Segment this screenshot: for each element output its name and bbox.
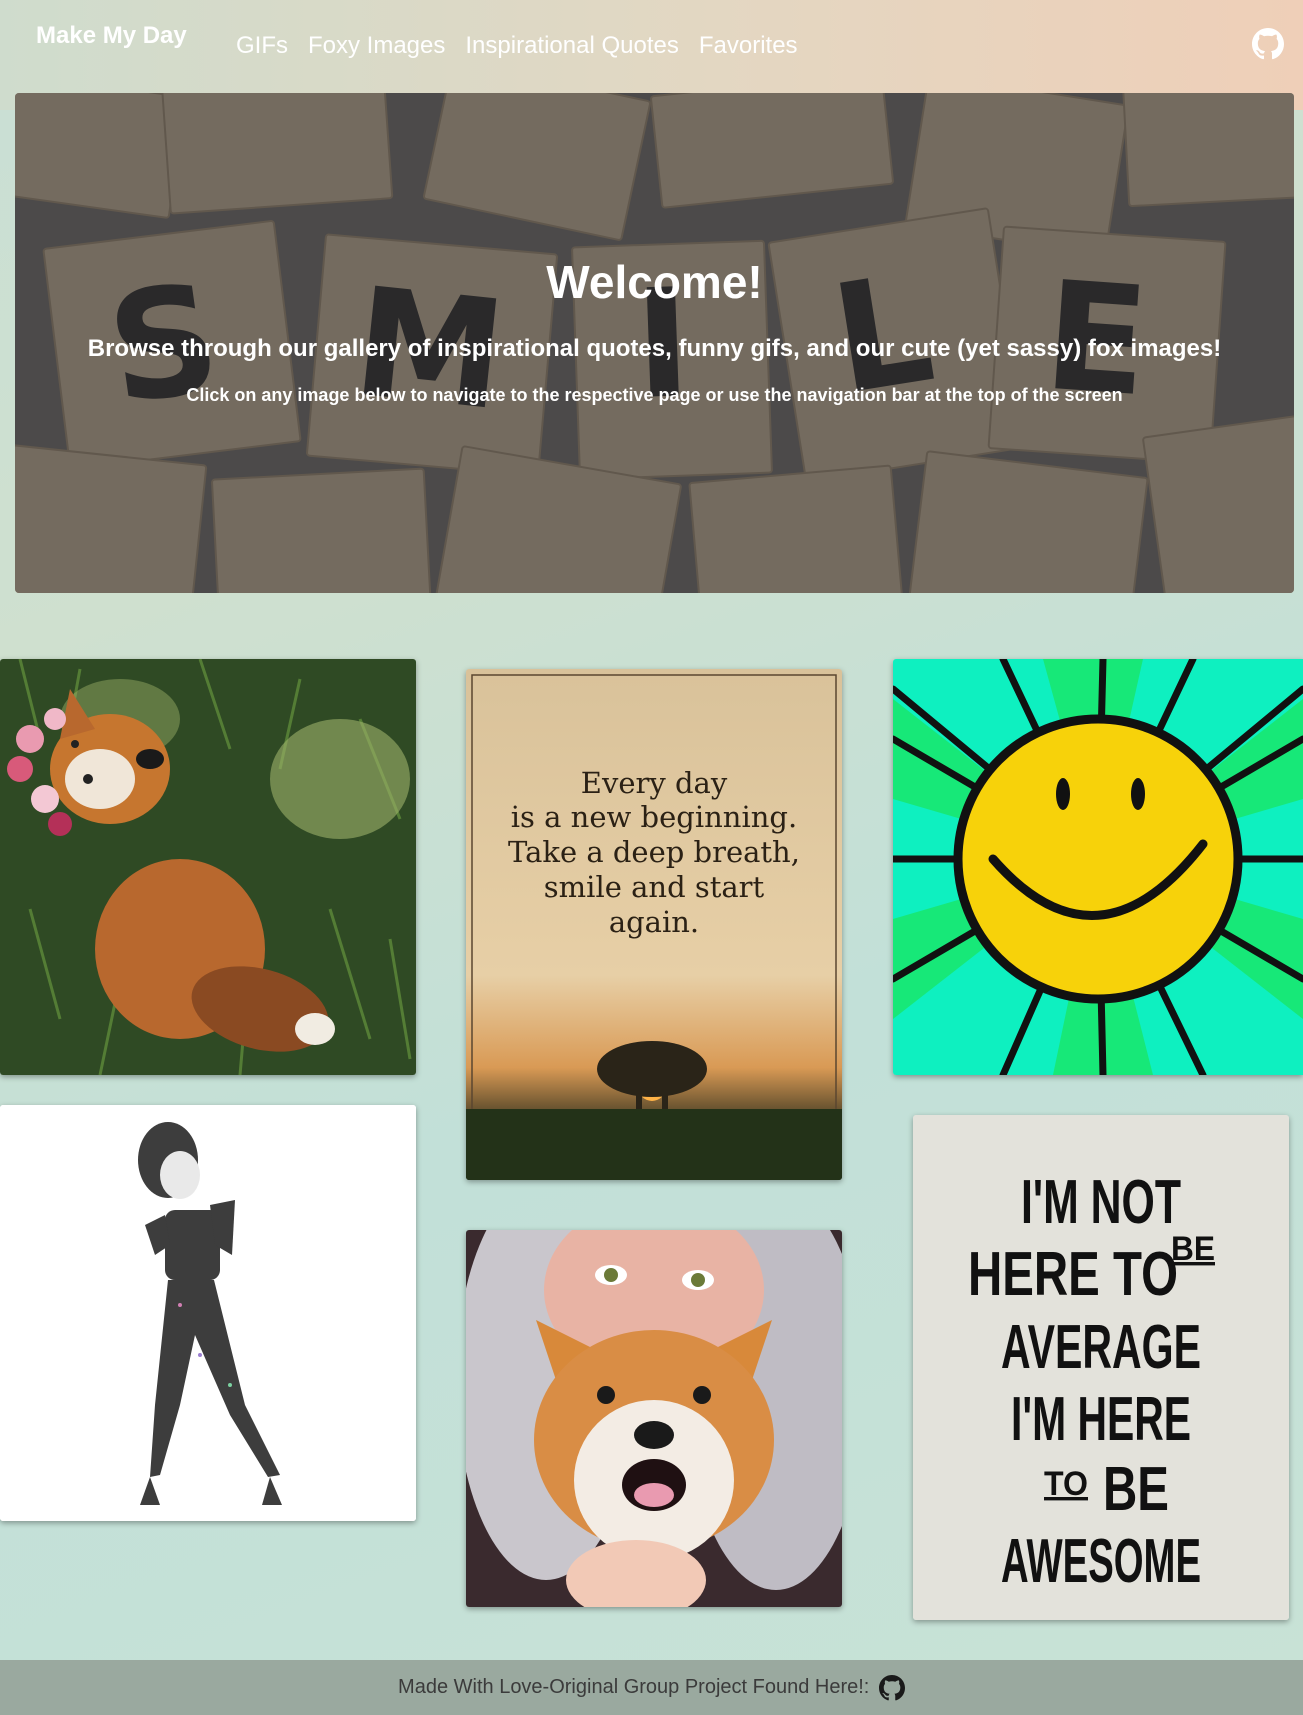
brand-link[interactable]: Make My Day	[36, 22, 187, 50]
quote-line: Take a deep breath,	[508, 835, 800, 869]
fox-selfie-image-card[interactable]	[466, 1230, 842, 1607]
github-icon[interactable]	[1252, 28, 1284, 60]
footer-text: Made With Love-Original Group Project Fo…	[398, 1676, 870, 1698]
nav-links: GIFs Foxy Images Inspirational Quotes Fa…	[236, 32, 798, 60]
poster-line: BE	[1171, 1230, 1215, 1268]
poster-line: AVERAGE	[1001, 1313, 1201, 1382]
quote-line: Every day	[581, 766, 728, 800]
inspirational-quote-image-card[interactable]: Every day is a new beginning. Take a dee…	[466, 669, 842, 1180]
nav-link-inspirational-quotes[interactable]: Inspirational Quotes	[465, 32, 678, 60]
poster-line: HERE TO	[968, 1240, 1178, 1309]
fox-selfie-image	[466, 1230, 842, 1607]
poster-line: AWESOME	[1001, 1527, 1201, 1596]
smiley-gif-image	[893, 659, 1303, 1075]
github-icon[interactable]	[878, 1674, 905, 1701]
footer: Made With Love-Original Group Project Fo…	[0, 1660, 1303, 1715]
hero-banner: S M I L E Welcome! Browse through our ga…	[15, 93, 1294, 593]
fox-flower-crown-image	[0, 659, 416, 1075]
quote-line: is a new beginning.	[511, 800, 797, 834]
poster-line: I'M HERE	[1011, 1385, 1191, 1454]
quote-line: again.	[609, 905, 699, 939]
smiley-gif-card[interactable]	[893, 659, 1303, 1075]
navbar: Make My Day GIFs Foxy Images Inspiration…	[0, 0, 1303, 92]
awesome-quote-image: I'M NOT HERE TO BE AVERAGE I'M HERE TO B…	[913, 1115, 1289, 1620]
fox-flower-crown-image-card[interactable]	[0, 659, 416, 1075]
hero-subtitle: Browse through our gallery of inspiratio…	[87, 335, 1222, 362]
hero-instruction: Click on any image below to navigate to …	[186, 385, 1123, 405]
quote-line: smile and start	[544, 870, 765, 904]
poster-line: I'M NOT	[1021, 1168, 1181, 1237]
inspirational-quote-image: Every day is a new beginning. Take a dee…	[466, 669, 842, 1180]
nav-link-favorites[interactable]: Favorites	[699, 32, 798, 60]
poster-line: TO	[1044, 1465, 1088, 1503]
awesome-quote-image-card[interactable]: I'M NOT HERE TO BE AVERAGE I'M HERE TO B…	[913, 1115, 1289, 1620]
poster-line: BE	[1103, 1455, 1169, 1524]
hero-title: Welcome!	[546, 256, 763, 308]
dancer-gif-card[interactable]	[0, 1105, 416, 1521]
nav-link-gifs[interactable]: GIFs	[236, 32, 288, 60]
nav-link-foxy-images[interactable]: Foxy Images	[308, 32, 445, 60]
dancer-gif-image	[0, 1105, 416, 1521]
